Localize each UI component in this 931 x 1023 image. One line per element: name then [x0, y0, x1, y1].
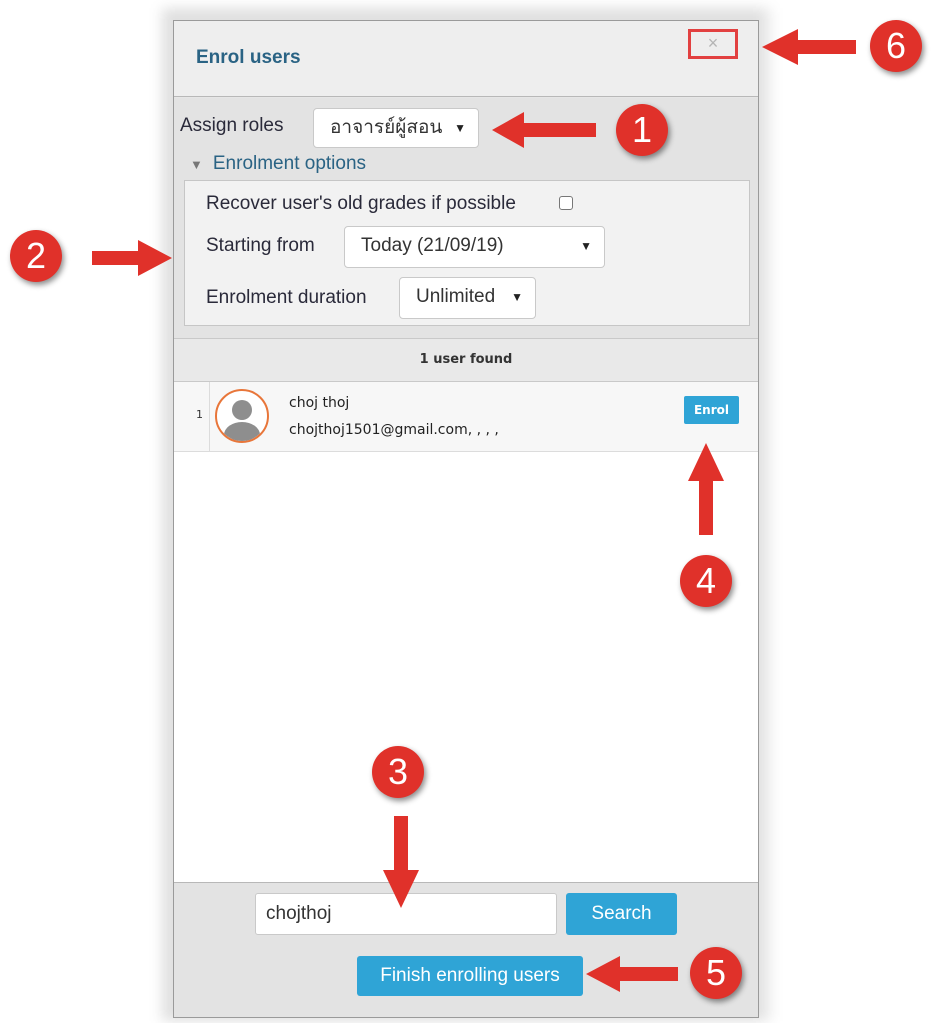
assign-roles-value: อาจารย์ผู้สอน — [330, 117, 443, 138]
callout-badge-2: 2 — [10, 230, 62, 282]
user-results-list: 1 choj thoj chojthoj1501@gmail.com, , , … — [174, 382, 758, 882]
user-silhouette-icon — [224, 400, 260, 441]
roles-area: Assign roles อาจารย์ผู้สอน ▼ ▼ Enrolment … — [174, 98, 758, 338]
close-icon: × — [707, 33, 719, 53]
starting-from-label: Starting from — [206, 235, 315, 256]
enrol-users-dialog: Enrol users × Assign roles อาจารย์ผู้สอน… — [173, 20, 759, 1018]
collapse-triangle-icon: ▼ — [190, 157, 203, 172]
callout-badge-5: 5 — [690, 947, 742, 999]
assign-roles-label: Assign roles — [180, 115, 284, 136]
enrolment-options-label: Enrolment options — [212, 153, 367, 174]
starting-from-select[interactable]: Today (21/09/19) ▼ — [344, 226, 605, 268]
enrol-button[interactable]: Enrol — [684, 396, 739, 424]
enrolment-options-toggle[interactable]: ▼ Enrolment options — [190, 153, 366, 175]
callout-arrow-6 — [762, 29, 856, 65]
callout-badge-1: 1 — [616, 104, 668, 156]
chevron-down-icon: ▼ — [580, 239, 592, 253]
callout-badge-6: 6 — [870, 20, 922, 72]
recover-grades-label: Recover user's old grades if possible — [206, 193, 516, 214]
avatar — [215, 389, 269, 443]
assign-roles-select[interactable]: อาจารย์ผู้สอน ▼ — [313, 108, 479, 148]
enrolment-options-panel: Recover user's old grades if possible St… — [184, 180, 750, 326]
recover-grades-checkbox[interactable] — [559, 196, 573, 210]
list-item: 1 choj thoj chojthoj1501@gmail.com, , , … — [174, 382, 758, 452]
close-button[interactable]: × — [688, 29, 738, 59]
enrolment-duration-value: Unlimited — [416, 286, 496, 307]
enrolment-duration-select[interactable]: Unlimited ▼ — [399, 277, 536, 319]
row-number: 1 — [174, 382, 210, 451]
results-summary: 1 user found — [174, 338, 758, 382]
user-name: choj thoj — [289, 395, 350, 411]
callout-badge-4: 4 — [680, 555, 732, 607]
dialog-title: Enrol users — [196, 47, 301, 68]
callout-arrow-1 — [492, 112, 596, 148]
finish-enrolling-button[interactable]: Finish enrolling users — [357, 956, 583, 996]
user-email: chojthoj1501@gmail.com, , , , — [289, 422, 499, 438]
callout-arrow-5 — [586, 956, 678, 992]
callout-arrow-4 — [688, 443, 724, 535]
chevron-down-icon: ▼ — [454, 121, 466, 135]
callout-badge-3: 3 — [372, 746, 424, 798]
search-button[interactable]: Search — [566, 893, 677, 935]
enrolment-duration-label: Enrolment duration — [206, 287, 367, 308]
callout-arrow-2 — [92, 240, 172, 276]
starting-from-value: Today (21/09/19) — [361, 235, 504, 256]
chevron-down-icon: ▼ — [511, 290, 523, 304]
callout-arrow-3 — [383, 816, 419, 908]
dialog-footer: chojthoj Search Finish enrolling users — [174, 882, 758, 1017]
dialog-header: Enrol users × — [174, 21, 758, 97]
